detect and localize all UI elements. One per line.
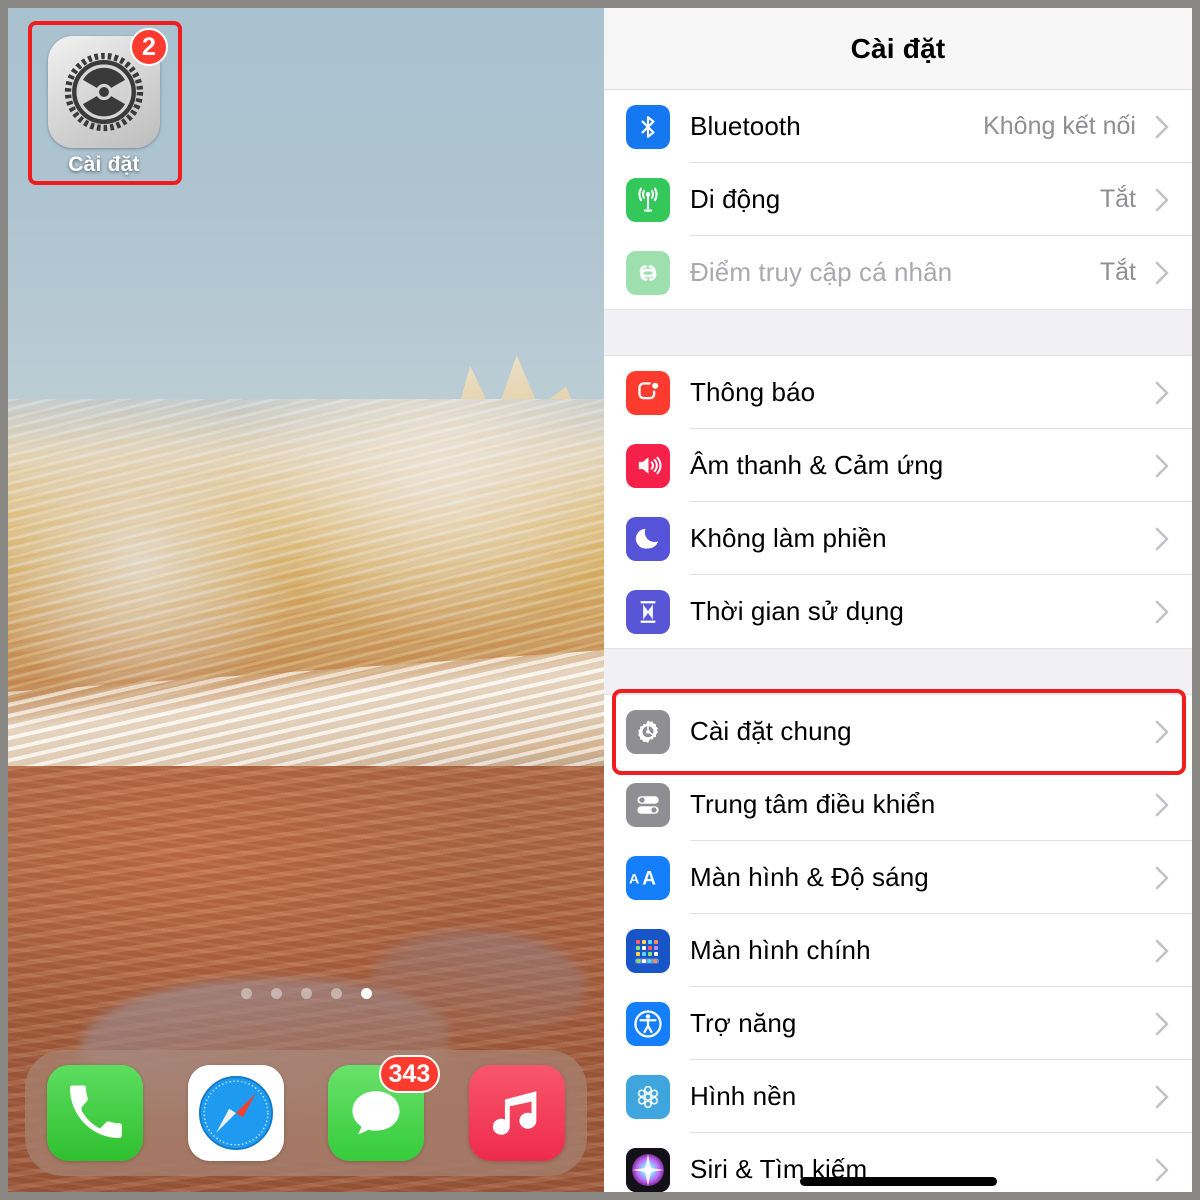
music-app-icon[interactable] bbox=[468, 1065, 565, 1161]
settings-label-sounds-haptics: Âm thanh & Cảm ứng bbox=[690, 450, 944, 480]
home-screen-icon bbox=[626, 928, 670, 973]
sounds-haptics-icon bbox=[626, 443, 670, 488]
settings-label-notifications: Thông báo bbox=[690, 377, 816, 407]
section-gap-1 bbox=[604, 309, 1192, 356]
settings-label-display-brightness: Màn hình & Độ sáng bbox=[690, 862, 929, 892]
settings-row-control-center[interactable]: Trung tâm điều khiển bbox=[604, 768, 1192, 841]
wallpaper bbox=[8, 8, 604, 1192]
settings-label-personal-hotspot: Điểm truy cập cá nhân bbox=[690, 257, 953, 287]
settings-row-sounds-haptics[interactable]: Âm thanh & Cảm ứng bbox=[604, 429, 1192, 502]
section-gap-2 bbox=[604, 648, 1192, 695]
chevron-right-icon bbox=[1150, 865, 1174, 891]
settings-row-home-screen[interactable]: Màn hình chính bbox=[604, 914, 1192, 987]
page-title: Cài đặt bbox=[850, 32, 946, 64]
settings-value-cellular: Tắt bbox=[1099, 185, 1136, 213]
iphone-home-screen: 2 Cài đặt 343 bbox=[8, 8, 604, 1192]
safari-app-icon[interactable] bbox=[187, 1065, 284, 1161]
chevron-right-icon bbox=[1150, 938, 1174, 964]
screen-time-icon bbox=[626, 589, 670, 634]
chevron-right-icon bbox=[1150, 1011, 1174, 1037]
dock: 343 bbox=[25, 1050, 587, 1176]
settings-label-screen-time: Thời gian sử dụng bbox=[690, 596, 904, 626]
settings-value-personal-hotspot: Tắt bbox=[1099, 258, 1136, 286]
nav-bar: Cài đặt bbox=[604, 8, 1192, 90]
bluetooth-icon bbox=[626, 104, 670, 149]
messages-badge: 343 bbox=[378, 1055, 441, 1093]
settings-label-do-not-disturb: Không làm phiền bbox=[690, 523, 887, 553]
settings-row-wallpaper[interactable]: Hình nền bbox=[604, 1060, 1192, 1133]
screenshot-root: 2 Cài đặt 343 Cài đặt Bluetooth Không kế… bbox=[0, 0, 1200, 1200]
chevron-right-icon bbox=[1150, 1084, 1174, 1110]
settings-label-general: Cài đặt chung bbox=[690, 716, 852, 746]
chevron-right-icon bbox=[1150, 187, 1174, 213]
personal-hotspot-icon bbox=[626, 250, 670, 295]
settings-label-control-center: Trung tâm điều khiển bbox=[690, 789, 936, 819]
settings-app-screen: Cài đặt Bluetooth Không kết nối Di động … bbox=[604, 8, 1192, 1192]
settings-label-wallpaper: Hình nền bbox=[690, 1081, 797, 1111]
home-indicator[interactable] bbox=[604, 1177, 1192, 1186]
display-brightness-icon: A A bbox=[626, 855, 670, 900]
wallpaper-icon bbox=[626, 1074, 670, 1119]
cellular-icon bbox=[626, 177, 670, 222]
settings-badge: 2 bbox=[130, 28, 168, 66]
settings-group-alerts: Thông báo Âm thanh & Cảm ứng Không làm p… bbox=[604, 356, 1192, 648]
page-dot-5-active bbox=[360, 988, 372, 999]
do-not-disturb-icon bbox=[626, 516, 670, 561]
messages-app-icon[interactable]: 343 bbox=[328, 1055, 441, 1161]
chevron-right-icon bbox=[1150, 719, 1174, 745]
settings-row-personal-hotspot[interactable]: Điểm truy cập cá nhân Tắt bbox=[604, 236, 1192, 309]
svg-text:A: A bbox=[629, 871, 639, 887]
page-dot-3 bbox=[300, 988, 312, 999]
settings-row-display-brightness[interactable]: A A Màn hình & Độ sáng bbox=[604, 841, 1192, 914]
settings-group-connectivity: Bluetooth Không kết nối Di động Tắt Điểm… bbox=[604, 90, 1192, 309]
settings-row-cellular[interactable]: Di động Tắt bbox=[604, 163, 1192, 236]
chevron-right-icon bbox=[1150, 526, 1174, 552]
page-dot-2 bbox=[270, 988, 282, 999]
settings-group-system: Cài đặt chung Trung tâm điều khiển A A M… bbox=[604, 689, 1192, 1192]
settings-value-bluetooth: Không kết nối bbox=[983, 112, 1136, 140]
notifications-icon bbox=[626, 370, 670, 415]
chevron-right-icon bbox=[1150, 114, 1174, 140]
settings-row-bluetooth[interactable]: Bluetooth Không kết nối bbox=[604, 90, 1192, 163]
chevron-right-icon bbox=[1150, 599, 1174, 625]
chevron-right-icon bbox=[1150, 260, 1174, 286]
settings-row-accessibility[interactable]: Trợ năng bbox=[604, 987, 1192, 1060]
page-dot-1 bbox=[240, 988, 252, 999]
settings-row-do-not-disturb[interactable]: Không làm phiền bbox=[604, 502, 1192, 575]
settings-app-label: Cài đặt bbox=[68, 153, 140, 176]
settings-label-accessibility: Trợ năng bbox=[690, 1008, 797, 1038]
settings-row-screen-time[interactable]: Thời gian sử dụng bbox=[604, 575, 1192, 648]
settings-label-bluetooth: Bluetooth bbox=[690, 111, 801, 141]
chevron-right-icon bbox=[1150, 792, 1174, 818]
phone-app-icon[interactable] bbox=[47, 1065, 144, 1161]
accessibility-icon bbox=[626, 1001, 670, 1046]
settings-label-cellular: Di động bbox=[690, 184, 781, 214]
chevron-right-icon bbox=[1150, 453, 1174, 479]
settings-row-general[interactable]: Cài đặt chung bbox=[604, 689, 1192, 775]
settings-row-notifications[interactable]: Thông báo bbox=[604, 356, 1192, 429]
chevron-right-icon bbox=[1150, 380, 1174, 406]
settings-label-home-screen: Màn hình chính bbox=[690, 935, 871, 965]
settings-app-icon[interactable]: 2 Cài đặt bbox=[34, 27, 174, 177]
page-dot-4 bbox=[330, 988, 342, 999]
general-gear-icon bbox=[626, 709, 670, 754]
control-center-icon bbox=[626, 782, 670, 827]
page-dots[interactable] bbox=[8, 988, 604, 999]
svg-text:A: A bbox=[642, 868, 656, 889]
